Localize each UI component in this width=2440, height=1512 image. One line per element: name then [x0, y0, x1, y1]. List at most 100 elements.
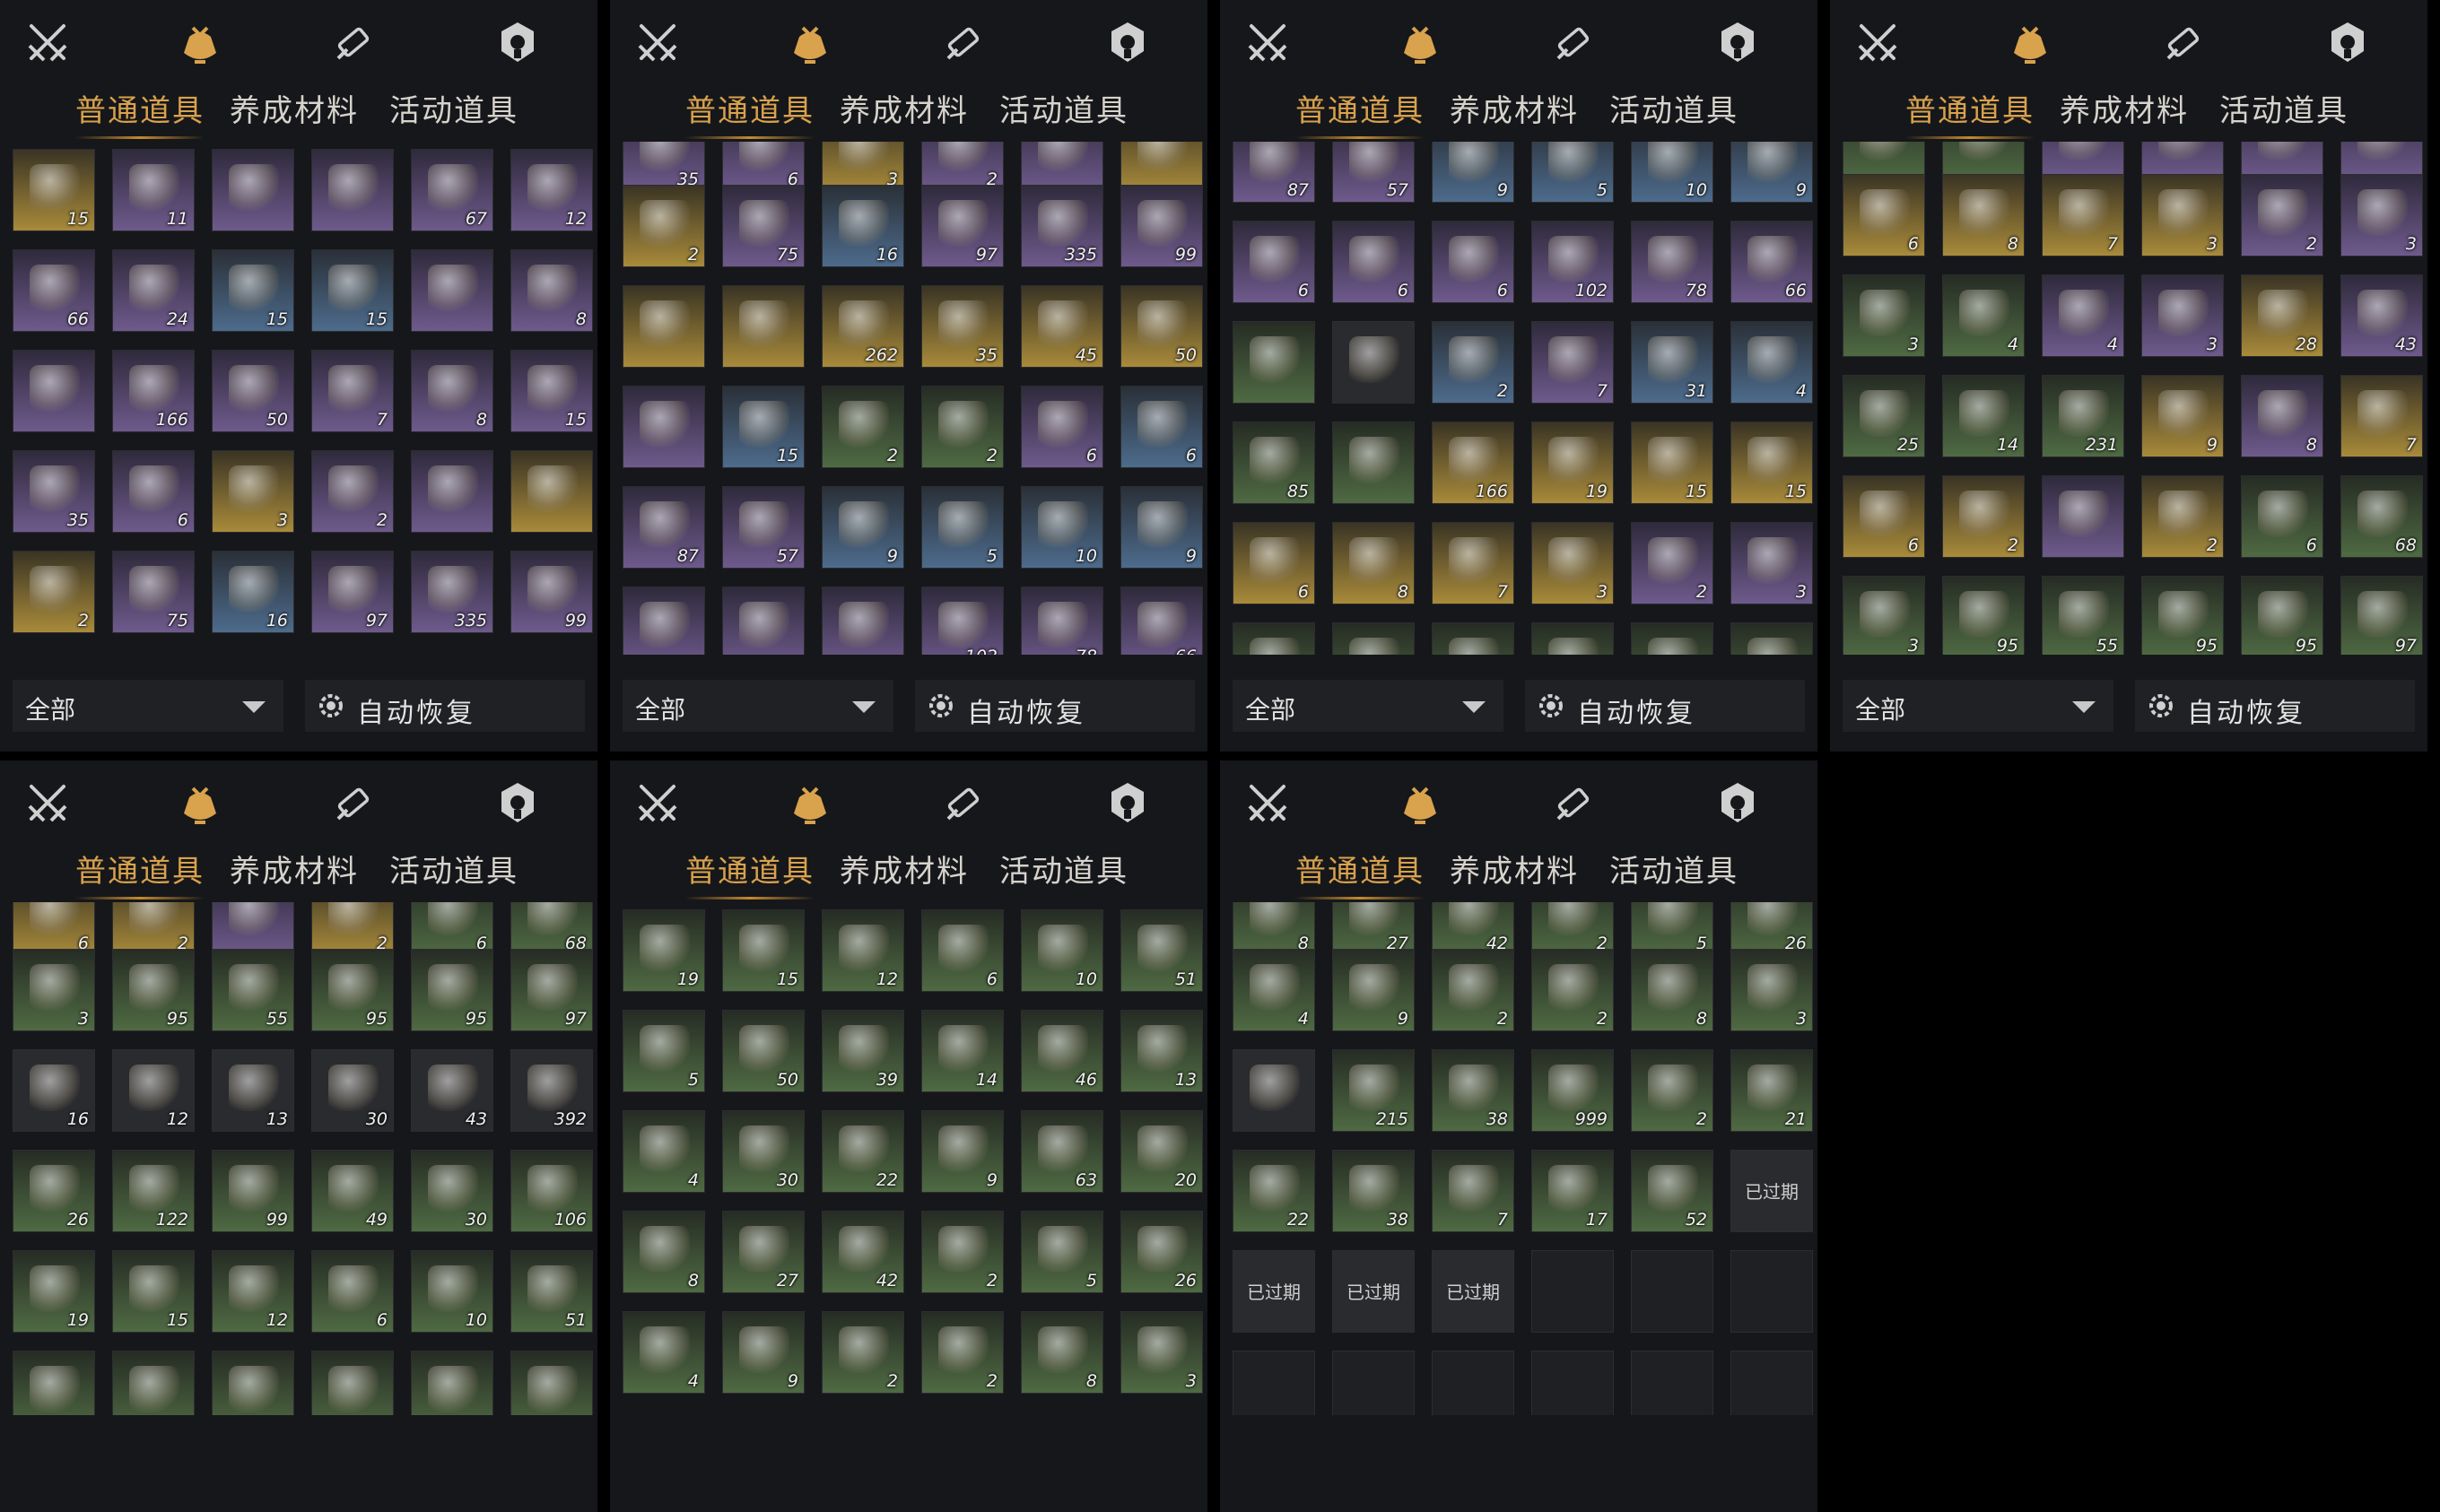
item-slot[interactable] — [1631, 1250, 1713, 1333]
item-slot[interactable]: 3 — [1531, 522, 1614, 604]
swords-tab-button[interactable] — [20, 16, 75, 72]
auto-restore-button[interactable]: 自动恢复 — [915, 680, 1195, 732]
tab-0[interactable]: 普通道具 — [685, 847, 815, 899]
item-slot[interactable]: 4 — [2042, 274, 2124, 357]
item-slot[interactable]: 30 — [311, 1049, 394, 1132]
item-slot[interactable] — [1531, 1351, 1614, 1415]
item-slot[interactable]: 15 — [13, 149, 95, 231]
item-slot[interactable]: 97 — [311, 551, 394, 633]
tab-0[interactable]: 普通道具 — [75, 847, 205, 899]
item-slot[interactable]: 8 — [411, 350, 493, 432]
item-slot[interactable]: 9 — [2141, 375, 2224, 457]
item-slot[interactable] — [13, 1351, 95, 1415]
item-slot[interactable] — [1332, 421, 1415, 504]
item-slot[interactable]: 8 — [1233, 902, 1315, 956]
swords-tab-button[interactable] — [1240, 777, 1295, 832]
item-slot[interactable]: 46 — [1021, 1010, 1103, 1092]
item-slot[interactable]: 4 — [1730, 321, 1813, 404]
item-slot[interactable]: 2 — [1631, 1049, 1713, 1132]
tab-2[interactable]: 活动道具 — [999, 86, 1128, 130]
item-slot[interactable] — [311, 1351, 394, 1415]
tab-0[interactable]: 普通道具 — [1295, 86, 1425, 139]
item-slot[interactable]: 166 — [1432, 421, 1514, 504]
item-slot[interactable] — [411, 450, 493, 533]
pouch-tab-button[interactable] — [782, 16, 838, 72]
swords-tab-button[interactable] — [1240, 16, 1295, 72]
item-slot[interactable]: 15 — [722, 909, 805, 992]
item-slot[interactable]: 19 — [1531, 421, 1614, 504]
item-slot[interactable] — [212, 1351, 294, 1415]
swords-tab-button[interactable] — [630, 777, 685, 832]
item-slot[interactable]: 8 — [1942, 174, 2025, 256]
item-slot[interactable] — [13, 350, 95, 432]
item-slot[interactable]: 2 — [112, 902, 195, 956]
item-slot[interactable] — [1432, 1351, 1514, 1415]
item-slot[interactable]: 57 — [1332, 142, 1415, 203]
item-slot[interactable]: 4 — [623, 1110, 705, 1193]
item-slot[interactable]: 55 — [212, 949, 294, 1031]
tab-2[interactable]: 活动道具 — [1609, 847, 1738, 891]
item-slot[interactable]: 19 — [623, 909, 705, 992]
item-slot[interactable]: 39 — [822, 1010, 904, 1092]
badge-tab-button[interactable] — [1100, 16, 1155, 72]
item-slot[interactable]: 6 — [1021, 386, 1103, 468]
item-slot[interactable] — [722, 285, 805, 368]
item-slot[interactable]: 15 — [722, 386, 805, 468]
item-slot[interactable]: 27 — [722, 1211, 805, 1293]
swords-tab-button[interactable] — [1850, 16, 1905, 72]
item-slot[interactable]: 335 — [1021, 185, 1103, 267]
item-slot[interactable]: 31 — [1631, 321, 1713, 404]
item-slot[interactable] — [1332, 622, 1415, 655]
badge-tab-button[interactable] — [2320, 16, 2375, 72]
tab-0[interactable]: 普通道具 — [1295, 847, 1425, 899]
item-slot[interactable] — [623, 386, 705, 468]
tab-0[interactable]: 普通道具 — [685, 86, 815, 139]
item-slot[interactable]: 102 — [1531, 221, 1614, 303]
item-slot[interactable]: 2 — [311, 902, 394, 956]
item-slot[interactable] — [1730, 1351, 1813, 1415]
item-slot[interactable]: 26 — [1730, 902, 1813, 956]
item-slot[interactable]: 7 — [1432, 522, 1514, 604]
item-slot[interactable]: 17 — [1531, 1150, 1614, 1232]
scroll-tab-button[interactable] — [2155, 16, 2210, 72]
item-slot[interactable] — [623, 587, 705, 655]
item-slot[interactable]: 7 — [2340, 375, 2423, 457]
item-slot[interactable]: 8 — [1631, 949, 1713, 1031]
item-slot[interactable]: 2 — [2141, 475, 2224, 558]
item-slot[interactable]: 15 — [510, 350, 593, 432]
item-slot[interactable]: 38 — [1432, 1049, 1514, 1132]
auto-restore-button[interactable]: 自动恢复 — [2135, 680, 2415, 732]
badge-tab-button[interactable] — [1100, 777, 1155, 832]
tab-1[interactable]: 养成材料 — [230, 847, 359, 891]
item-slot[interactable]: 2 — [1531, 902, 1614, 956]
item-slot[interactable]: 215 — [1332, 1049, 1415, 1132]
item-slot[interactable]: 51 — [510, 1250, 593, 1333]
pouch-tab-button[interactable] — [782, 777, 838, 832]
item-slot[interactable]: 57 — [722, 486, 805, 569]
item-slot[interactable] — [1233, 1351, 1315, 1415]
pouch-tab-button[interactable] — [1392, 16, 1448, 72]
item-slot[interactable]: 392 — [510, 1049, 593, 1132]
item-slot[interactable]: 30 — [722, 1110, 805, 1193]
item-slot[interactable]: 43 — [411, 1049, 493, 1132]
item-slot[interactable] — [212, 902, 294, 956]
item-slot[interactable]: 25 — [1843, 375, 1925, 457]
scroll-tab-button[interactable] — [325, 777, 380, 832]
item-slot[interactable]: 51 — [1120, 909, 1203, 992]
item-slot[interactable]: 335 — [411, 551, 493, 633]
item-slot[interactable]: 35 — [13, 450, 95, 533]
item-slot[interactable]: 5 — [623, 1010, 705, 1092]
item-slot[interactable]: 6 — [1120, 386, 1203, 468]
item-slot[interactable] — [1631, 622, 1713, 655]
item-slot[interactable]: 3 — [1730, 522, 1813, 604]
item-slot[interactable]: 95 — [112, 949, 195, 1031]
item-slot[interactable]: 20 — [1120, 1110, 1203, 1193]
item-slot[interactable]: 2 — [1631, 522, 1713, 604]
badge-tab-button[interactable] — [1710, 777, 1765, 832]
item-slot[interactable] — [1233, 1049, 1315, 1132]
filter-dropdown[interactable]: 全部 — [13, 680, 283, 732]
tab-1[interactable]: 养成材料 — [1450, 86, 1579, 130]
item-slot[interactable]: 30 — [411, 1150, 493, 1232]
tab-0[interactable]: 普通道具 — [1905, 86, 2035, 139]
item-slot[interactable]: 26 — [1120, 1211, 1203, 1293]
